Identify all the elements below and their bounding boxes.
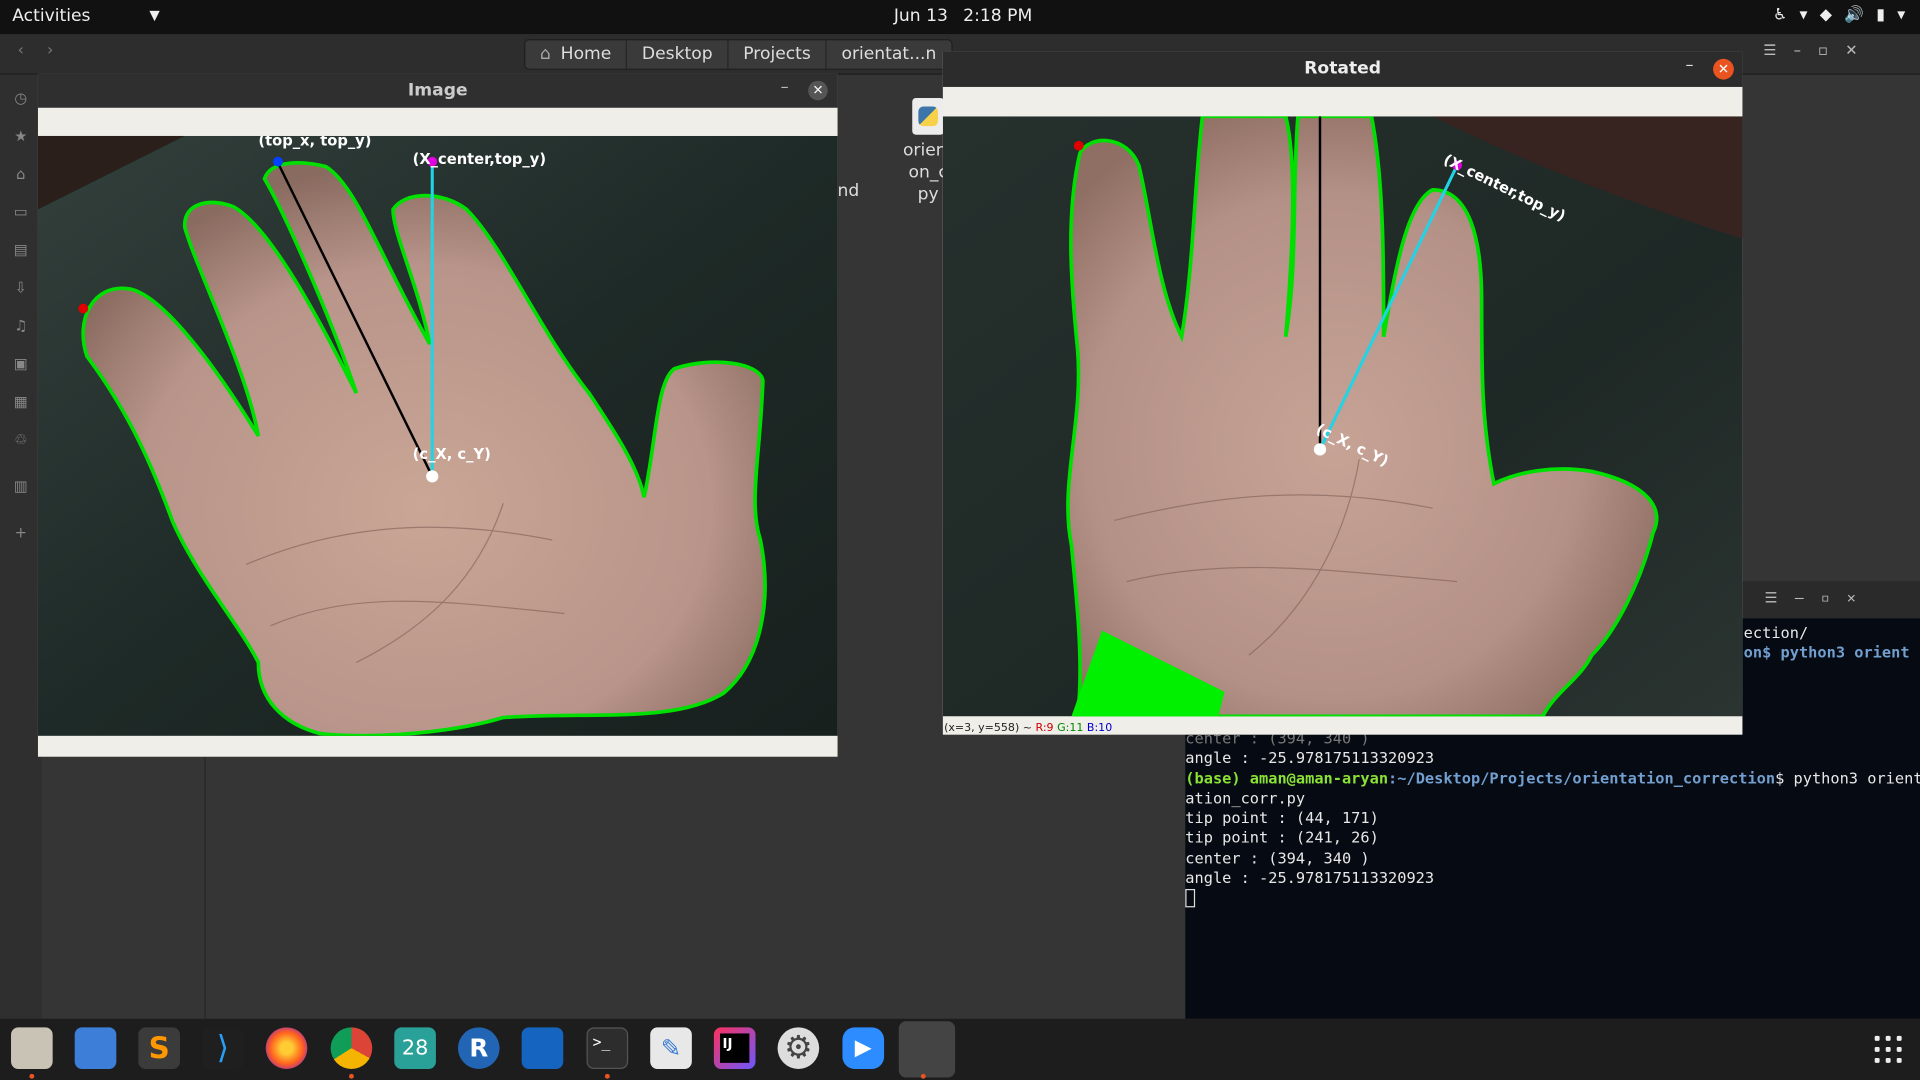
python-file-icon	[912, 97, 945, 135]
show-applications-icon[interactable]	[1874, 1035, 1902, 1063]
chevron-down-icon[interactable]: ▾	[1800, 6, 1808, 24]
chevron-down-icon[interactable]: ▼	[149, 7, 159, 23]
text-editor-icon[interactable]: ✎	[650, 1027, 692, 1069]
recent-icon[interactable]: ◷	[11, 89, 31, 109]
window-title: Image	[37, 73, 838, 108]
maximize-button[interactable]: ▫	[1821, 589, 1830, 606]
center-marker	[426, 470, 439, 483]
minimize-button[interactable]: –	[1686, 56, 1694, 74]
files-app-icon[interactable]	[11, 1027, 53, 1069]
partial-file-label: nd	[837, 181, 860, 201]
settings-icon[interactable]: ⚙	[777, 1027, 820, 1069]
desktop: Activities ▼ Jun 13 2:18 PM ♿ ▾ ◆ 🔊 ▮ ▾ …	[0, 0, 1920, 1080]
wifi-icon[interactable]: ◆	[1820, 6, 1832, 24]
vscode-icon[interactable]: ⟩	[202, 1027, 244, 1069]
terminal-partial-lines: ection/on$ python3 orient	[1743, 623, 1910, 662]
battery-icon[interactable]: ▮	[1876, 6, 1885, 24]
window-controls: ☰ – ▫ ✕	[1764, 589, 1855, 606]
calendar-icon[interactable]: 28	[394, 1027, 436, 1069]
intellij-icon[interactable]: IJ	[713, 1027, 756, 1069]
image-window[interactable]: Image – ✕ (top_x, top_y) (X_center,top_y…	[37, 73, 838, 757]
dock: S ⟩ 28 R >_ ✎ IJ ⚙ ▶	[0, 1018, 1920, 1080]
minimize-button[interactable]: –	[1794, 42, 1801, 59]
rotated-window[interactable]: Rotated – ✕ (X_center,top_y) (c_X, c_Y) …	[942, 51, 1743, 735]
firefox-icon[interactable]	[265, 1027, 308, 1069]
home-icon[interactable]: ⌂	[11, 165, 31, 185]
top-bar: Activities ▼ Jun 13 2:18 PM ♿ ▾ ◆ 🔊 ▮ ▾	[0, 0, 1920, 35]
chrome-icon[interactable]	[330, 1027, 373, 1069]
label-center: (c_X, c_Y)	[413, 446, 491, 463]
window-title: Rotated	[942, 51, 1743, 87]
label-center-top: (X_center,top_y)	[413, 151, 546, 168]
menu-icon[interactable]: ☰	[1764, 589, 1777, 606]
top-point-marker	[273, 156, 283, 167]
running-indicator	[604, 1073, 610, 1079]
volume-icon[interactable]: 🔊	[1844, 6, 1864, 24]
running-indicator	[29, 1073, 35, 1079]
documents-icon[interactable]: ▤	[11, 241, 31, 261]
trash-icon[interactable]: ♲	[11, 431, 31, 451]
system-tray[interactable]: ♿ ▾ ◆ 🔊 ▮ ▾	[1773, 6, 1905, 24]
close-button[interactable]: ✕	[808, 80, 828, 101]
terminal-headerbar: ☰ – ▫ ✕	[1742, 581, 1920, 619]
terminal-output: center : (394, 340 ) angle : -25.97817511…	[1185, 729, 1920, 909]
activities-button[interactable]: Activities	[12, 6, 90, 26]
rstudio-icon[interactable]: R	[457, 1027, 500, 1069]
python-window-icon[interactable]	[898, 1021, 956, 1078]
pictures-icon[interactable]: ▣	[11, 355, 31, 375]
software-store-icon[interactable]	[74, 1027, 117, 1069]
tip-point-marker	[78, 303, 89, 314]
breadcrumb-projects[interactable]: Projects	[729, 40, 827, 69]
label-top: (top_x, top_y)	[258, 136, 371, 150]
clock-time: 2:18 PM	[963, 6, 1033, 26]
close-button[interactable]: ✕	[1845, 42, 1857, 59]
drive-icon[interactable]: ▥	[11, 478, 31, 498]
downloads-icon[interactable]: ⇩	[11, 279, 31, 299]
terminal-cursor	[1185, 889, 1196, 908]
minimize-button[interactable]: –	[1795, 589, 1804, 606]
close-button[interactable]: ✕	[1713, 58, 1734, 80]
rotated-image-canvas[interactable]: (X_center,top_y) (c_X, c_Y)	[942, 116, 1743, 717]
hand-image-canvas[interactable]: (top_x, top_y) (X_center,top_y) (c_X, c_…	[37, 135, 838, 736]
divider	[204, 756, 206, 1019]
maximize-button[interactable]: ▫	[1818, 42, 1828, 59]
virtualbox-icon[interactable]	[521, 1027, 564, 1069]
desktop-icon[interactable]: ▭	[11, 203, 31, 223]
files-sidebar: ◷ ★ ⌂ ▭ ▤ ⇩ ♫ ▣ ▦ ♲ ▥ +	[0, 74, 42, 1019]
back-button[interactable]: ‹	[7, 42, 34, 66]
accessibility-icon[interactable]: ♿	[1773, 6, 1787, 24]
clock-date: Jun 13	[893, 6, 948, 26]
menu-icon[interactable]: ☰	[1763, 42, 1776, 59]
breadcrumb-current-folder[interactable]: orientat...n	[827, 40, 951, 68]
breadcrumb: ⌂ Home Desktop Projects orientat...n	[524, 39, 953, 70]
forward-button[interactable]: ›	[37, 42, 64, 66]
window-controls: ☰ – ▫ ✕	[1763, 42, 1857, 59]
zoom-icon[interactable]: ▶	[842, 1027, 885, 1069]
rotated-center-marker	[1313, 443, 1327, 456]
terminal-app-icon[interactable]: >_	[586, 1027, 629, 1069]
add-location-icon[interactable]: +	[11, 524, 31, 544]
close-button[interactable]: ✕	[1847, 589, 1856, 606]
pixel-status-bar: (x=3, y=558) ~ R:9 G:11 B:10	[944, 722, 1113, 735]
home-icon: ⌂	[540, 44, 551, 64]
videos-icon[interactable]: ▦	[11, 393, 31, 413]
running-indicator	[348, 1073, 354, 1079]
chevron-down-icon[interactable]: ▾	[1897, 6, 1905, 24]
starred-icon[interactable]: ★	[11, 127, 31, 147]
clock[interactable]: Jun 13 2:18 PM	[894, 6, 1042, 26]
breadcrumb-home[interactable]: ⌂ Home	[525, 40, 628, 69]
rotated-tip-marker	[1073, 140, 1084, 151]
minimize-button[interactable]: –	[781, 78, 789, 96]
breadcrumb-desktop[interactable]: Desktop	[627, 40, 729, 69]
music-icon[interactable]: ♫	[11, 317, 31, 337]
running-indicator	[920, 1073, 926, 1079]
sublime-text-icon[interactable]: S	[138, 1027, 181, 1069]
